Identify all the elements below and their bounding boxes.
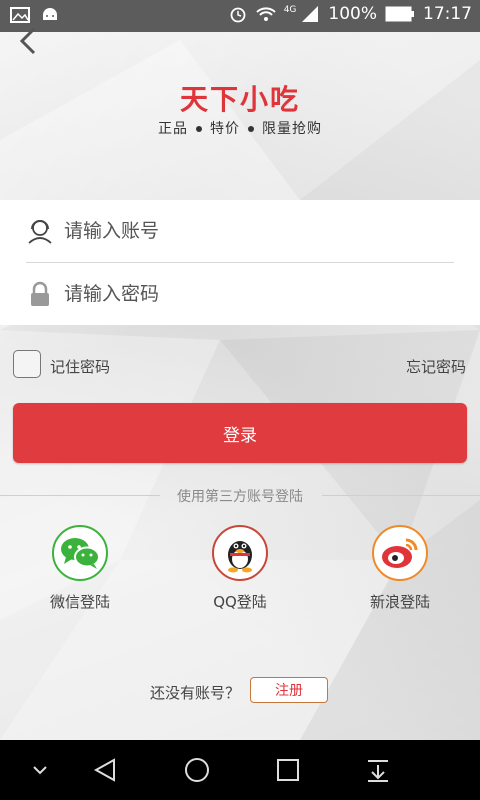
lock-icon [31, 281, 49, 306]
account-field [26, 200, 454, 263]
chevron-left-icon [19, 27, 36, 55]
weibo-login-label: 新浪登陆 [369, 593, 430, 611]
tagline-item: 限量抢购 [262, 121, 322, 137]
user-icon [28, 220, 52, 244]
wechat-login-button[interactable]: 微信登陆 [20, 525, 140, 612]
tagline-item: 特价 [210, 121, 240, 137]
wechat-icon-circle [52, 525, 108, 581]
weibo-login-button[interactable]: 新浪登陆 [340, 525, 460, 612]
back-button[interactable] [14, 26, 44, 56]
register-prompt: 还没有账号？ [150, 684, 241, 702]
divider [322, 495, 480, 496]
battery-percent: 100% [328, 4, 377, 24]
login-button[interactable]: 登录 [13, 403, 467, 463]
image-icon [10, 7, 30, 23]
remember-label[interactable]: 记住密码 [50, 356, 110, 377]
navigation-bar [0, 740, 480, 800]
login-form [0, 200, 480, 325]
clock: 17:17 [423, 4, 472, 24]
third-party-divider-text: 使用第三方账号登陆 [177, 489, 303, 505]
recents-square-icon[interactable] [272, 754, 304, 786]
status-bar: 4G 100% 17:17 [0, 0, 480, 32]
forgot-password-link[interactable]: 忘记密码 [406, 356, 466, 377]
wifi-icon [255, 7, 276, 21]
weibo-icon-circle [372, 525, 428, 581]
signal-icon [302, 6, 319, 22]
bullet-dot [248, 126, 254, 132]
password-field [26, 263, 454, 325]
qq-penguin-icon [228, 541, 252, 573]
qq-icon-circle [212, 525, 268, 581]
register-button[interactable]: 注册 [250, 677, 328, 703]
back-triangle-icon[interactable] [90, 754, 122, 786]
notification-pull-icon[interactable] [362, 754, 394, 786]
wechat-icon [61, 538, 100, 569]
app-logo: 天下小吃 [179, 83, 300, 116]
qq-login-button[interactable]: QQ登陆 [180, 525, 300, 612]
network-type: 4G [283, 5, 297, 15]
chevron-down-icon[interactable] [24, 754, 56, 786]
remember-checkbox[interactable] [13, 350, 41, 378]
qq-login-label: QQ登陆 [213, 593, 267, 611]
battery-icon [385, 6, 414, 22]
wechat-login-label: 微信登陆 [49, 593, 110, 611]
android-icon [43, 8, 57, 20]
bullet-dot [196, 126, 202, 132]
account-input[interactable] [62, 219, 426, 243]
tagline-item: 正品 [158, 121, 188, 137]
password-input[interactable] [62, 282, 426, 306]
alarm-icon [230, 7, 246, 23]
weibo-icon [382, 538, 418, 568]
tagline: 正品 特价 限量抢购 [0, 118, 480, 138]
home-circle-icon[interactable] [181, 754, 213, 786]
